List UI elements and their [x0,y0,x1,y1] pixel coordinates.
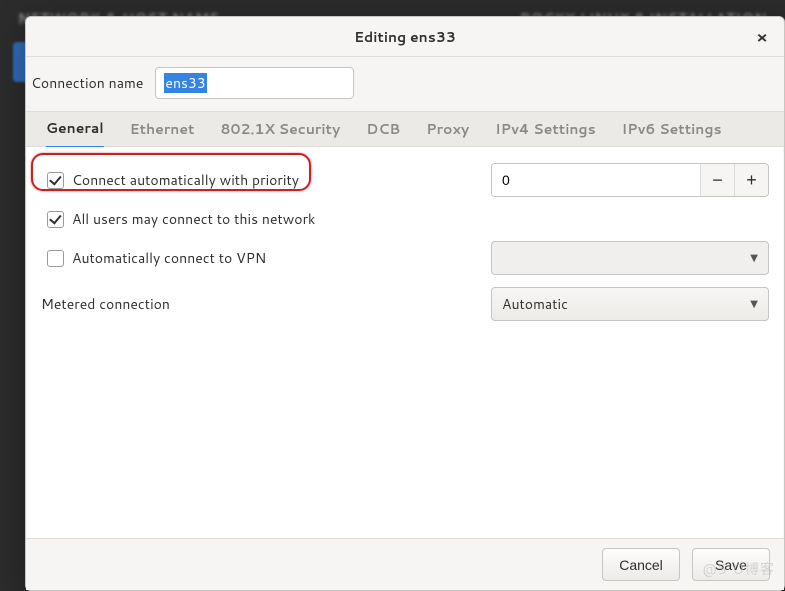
dialog-titlebar: Editing ens33 × [26,17,784,57]
tab-ipv6[interactable]: IPv6 Settings [622,111,722,147]
vpn-select[interactable]: ▼ [491,241,769,275]
all-users-checkbox[interactable] [47,211,64,228]
tab-dcb[interactable]: DCB [366,111,400,147]
metered-label: Metered connection [41,294,170,314]
connection-name-input[interactable] [155,67,354,99]
tab-general[interactable]: General [46,110,104,149]
tab-ethernet[interactable]: Ethernet [130,111,195,147]
tab-bar: General Ethernet 802.1X Security DCB Pro… [26,111,784,147]
tab-8021x[interactable]: 802.1X Security [220,111,340,147]
metered-select[interactable]: Automatic ▼ [491,287,769,321]
auto-connect-label: Connect automatically with priority [72,170,299,190]
all-users-label: All users may connect to this network [72,209,315,229]
tab-ipv4[interactable]: IPv4 Settings [495,111,595,147]
dialog-footer: Cancel Save [26,538,784,590]
priority-input[interactable] [492,164,700,196]
close-icon[interactable]: × [752,27,772,47]
chevron-down-icon: ▼ [750,251,758,265]
metered-select-value: Automatic [502,294,568,314]
tab-general-body: Connect automatically with priority − + … [27,147,783,538]
connection-name-label: Connection name [31,73,143,93]
priority-decrement[interactable]: − [700,164,734,196]
priority-spin: − + [491,163,769,197]
auto-vpn-checkbox[interactable] [47,250,64,267]
auto-vpn-label: Automatically connect to VPN [72,248,266,268]
edit-connection-dialog: Editing ens33 × Connection name ens33 Ge… [25,16,785,591]
cancel-button[interactable]: Cancel [602,548,680,581]
save-button[interactable]: Save [692,548,770,581]
chevron-down-icon: ▼ [750,297,758,311]
dialog-title: Editing ens33 [354,27,456,47]
priority-increment[interactable]: + [734,164,768,196]
auto-connect-checkbox[interactable] [47,172,64,189]
tab-proxy[interactable]: Proxy [426,111,469,147]
